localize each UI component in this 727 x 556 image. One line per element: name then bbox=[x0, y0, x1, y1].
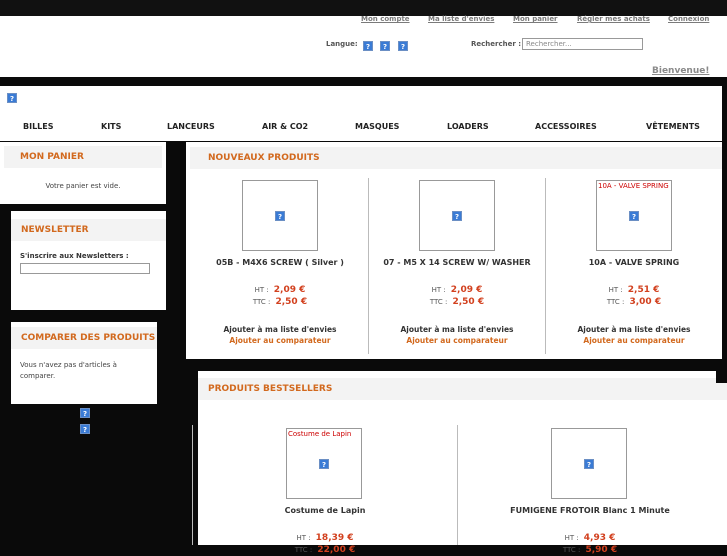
broken-image-icon: ? bbox=[452, 211, 462, 221]
corner-decoration bbox=[716, 361, 727, 383]
add-to-compare-link[interactable]: Ajouter au comparateur bbox=[545, 336, 723, 345]
language-label: Langue: bbox=[326, 40, 358, 48]
compare-text: Vous n'avez pas d'articles à comparer. bbox=[20, 360, 157, 382]
sidebar-image-icon[interactable]: ? bbox=[80, 408, 90, 418]
link-regler-achats[interactable]: Régler mes achats bbox=[577, 15, 650, 23]
nav-item-lanceurs[interactable]: LANCEURS bbox=[167, 122, 215, 131]
price-ttc: TTC : 3,00 € bbox=[545, 289, 723, 308]
nav-item-air-co2[interactable]: AIR & CO2 bbox=[262, 122, 308, 131]
price-ttc: TTC : 2,50 € bbox=[186, 289, 374, 308]
bestsellers-block: PRODUITS BESTSELLERS bbox=[198, 371, 727, 545]
link-mon-compte[interactable]: Mon compte bbox=[361, 15, 410, 23]
broken-image-icon: ? bbox=[319, 459, 329, 469]
ttc-label: TTC : bbox=[606, 298, 625, 306]
search-label: Rechercher : bbox=[471, 40, 522, 48]
product-name[interactable]: Costume de Lapin bbox=[193, 506, 457, 515]
language-flag-icon[interactable]: ? bbox=[363, 41, 373, 51]
price-ttc: TTC : 22,00 € bbox=[193, 537, 457, 556]
new-products-title: NOUVEAUX PRODUITS bbox=[190, 147, 722, 169]
nav-item-masques[interactable]: MASQUES bbox=[355, 122, 399, 131]
broken-image-icon: ? bbox=[629, 211, 639, 221]
nav-item-billes[interactable]: BILLES bbox=[23, 122, 54, 131]
nav-area bbox=[0, 86, 722, 141]
newsletter-title: NEWSLETTER bbox=[11, 219, 166, 241]
ttc-value: 22,00 € bbox=[317, 545, 356, 555]
compare-text-line: Vous n'avez pas d'articles à bbox=[20, 361, 117, 369]
ttc-value: 2,50 € bbox=[275, 297, 308, 307]
sidebar-image-icon[interactable]: ? bbox=[80, 424, 90, 434]
ttc-value: 3,00 € bbox=[629, 297, 662, 307]
product-name[interactable]: 10A - VALVE SPRING bbox=[545, 258, 723, 267]
ttc-value: 2,50 € bbox=[452, 297, 485, 307]
product-image[interactable]: Costume de Lapin ? bbox=[286, 428, 362, 499]
search-input[interactable]: Rechercher... bbox=[522, 38, 643, 50]
nav-item-accessoires[interactable]: ACCESSOIRES bbox=[535, 122, 597, 131]
price-ttc: TTC : 2,50 € bbox=[362, 289, 552, 308]
language-flag-icon[interactable]: ? bbox=[380, 41, 390, 51]
newsletter-label: S'inscrire aux Newsletters : bbox=[20, 252, 129, 260]
broken-image-icon: ? bbox=[275, 211, 285, 221]
image-alt-caption: 10A - VALVE SPRING bbox=[598, 182, 669, 190]
link-connexion[interactable]: Connexion bbox=[668, 15, 709, 23]
language-flag-icon[interactable]: ? bbox=[398, 41, 408, 51]
product-name[interactable]: 05B - M4X6 SCREW ( Silver ) bbox=[186, 258, 374, 267]
link-mon-panier[interactable]: Mon panier bbox=[513, 15, 558, 23]
link-liste-envies[interactable]: Ma liste d'envies bbox=[428, 15, 494, 23]
product-image[interactable]: ? bbox=[419, 180, 495, 251]
ttc-value: 5,90 € bbox=[585, 545, 618, 555]
product-image[interactable]: 10A - VALVE SPRING ? bbox=[596, 180, 672, 251]
ttc-label: TTC : bbox=[294, 546, 313, 554]
cart-block: MON PANIER Votre panier est vide. bbox=[0, 142, 166, 204]
logo-image-icon: ? bbox=[7, 93, 17, 103]
nav-item-vetements[interactable]: VÊTEMENTS bbox=[646, 122, 700, 131]
newsletter-block: NEWSLETTER S'inscrire aux Newsletters : bbox=[11, 211, 166, 310]
add-to-compare-link[interactable]: Ajouter au comparateur bbox=[186, 336, 374, 345]
nav-item-loaders[interactable]: LOADERS bbox=[447, 122, 489, 131]
ttc-label: TTC : bbox=[562, 546, 581, 554]
top-bar bbox=[0, 0, 727, 16]
add-to-wishlist-link[interactable]: Ajouter à ma liste d'envies bbox=[545, 325, 723, 334]
cart-empty-text: Votre panier est vide. bbox=[45, 182, 121, 190]
welcome-link[interactable]: Bienvenue! bbox=[652, 66, 709, 76]
cart-title: MON PANIER bbox=[4, 146, 162, 168]
price-ttc: TTC : 5,90 € bbox=[458, 537, 722, 556]
image-alt-caption: Costume de Lapin bbox=[288, 430, 352, 438]
add-to-wishlist-link[interactable]: Ajouter à ma liste d'envies bbox=[362, 325, 552, 334]
add-to-wishlist-link[interactable]: Ajouter à ma liste d'envies bbox=[186, 325, 374, 334]
newsletter-email-input[interactable] bbox=[20, 263, 150, 274]
product-image[interactable]: ? bbox=[551, 428, 627, 499]
product-name[interactable]: 07 - M5 X 14 SCREW W/ WASHER bbox=[362, 258, 552, 267]
nav-item-kits[interactable]: KITS bbox=[101, 122, 121, 131]
ttc-label: TTC : bbox=[252, 298, 271, 306]
product-image[interactable]: ? bbox=[242, 180, 318, 251]
ttc-label: TTC : bbox=[429, 298, 448, 306]
product-name[interactable]: FUMIGENE FROTOIR Blanc 1 Minute bbox=[458, 506, 722, 515]
broken-image-icon: ? bbox=[584, 459, 594, 469]
bestsellers-title: PRODUITS BESTSELLERS bbox=[198, 378, 727, 400]
compare-text-line: comparer. bbox=[20, 372, 56, 380]
add-to-compare-link[interactable]: Ajouter au comparateur bbox=[362, 336, 552, 345]
compare-block: COMPARER DES PRODUITS Vous n'avez pas d'… bbox=[11, 322, 157, 404]
compare-title: COMPARER DES PRODUITS bbox=[11, 327, 157, 349]
